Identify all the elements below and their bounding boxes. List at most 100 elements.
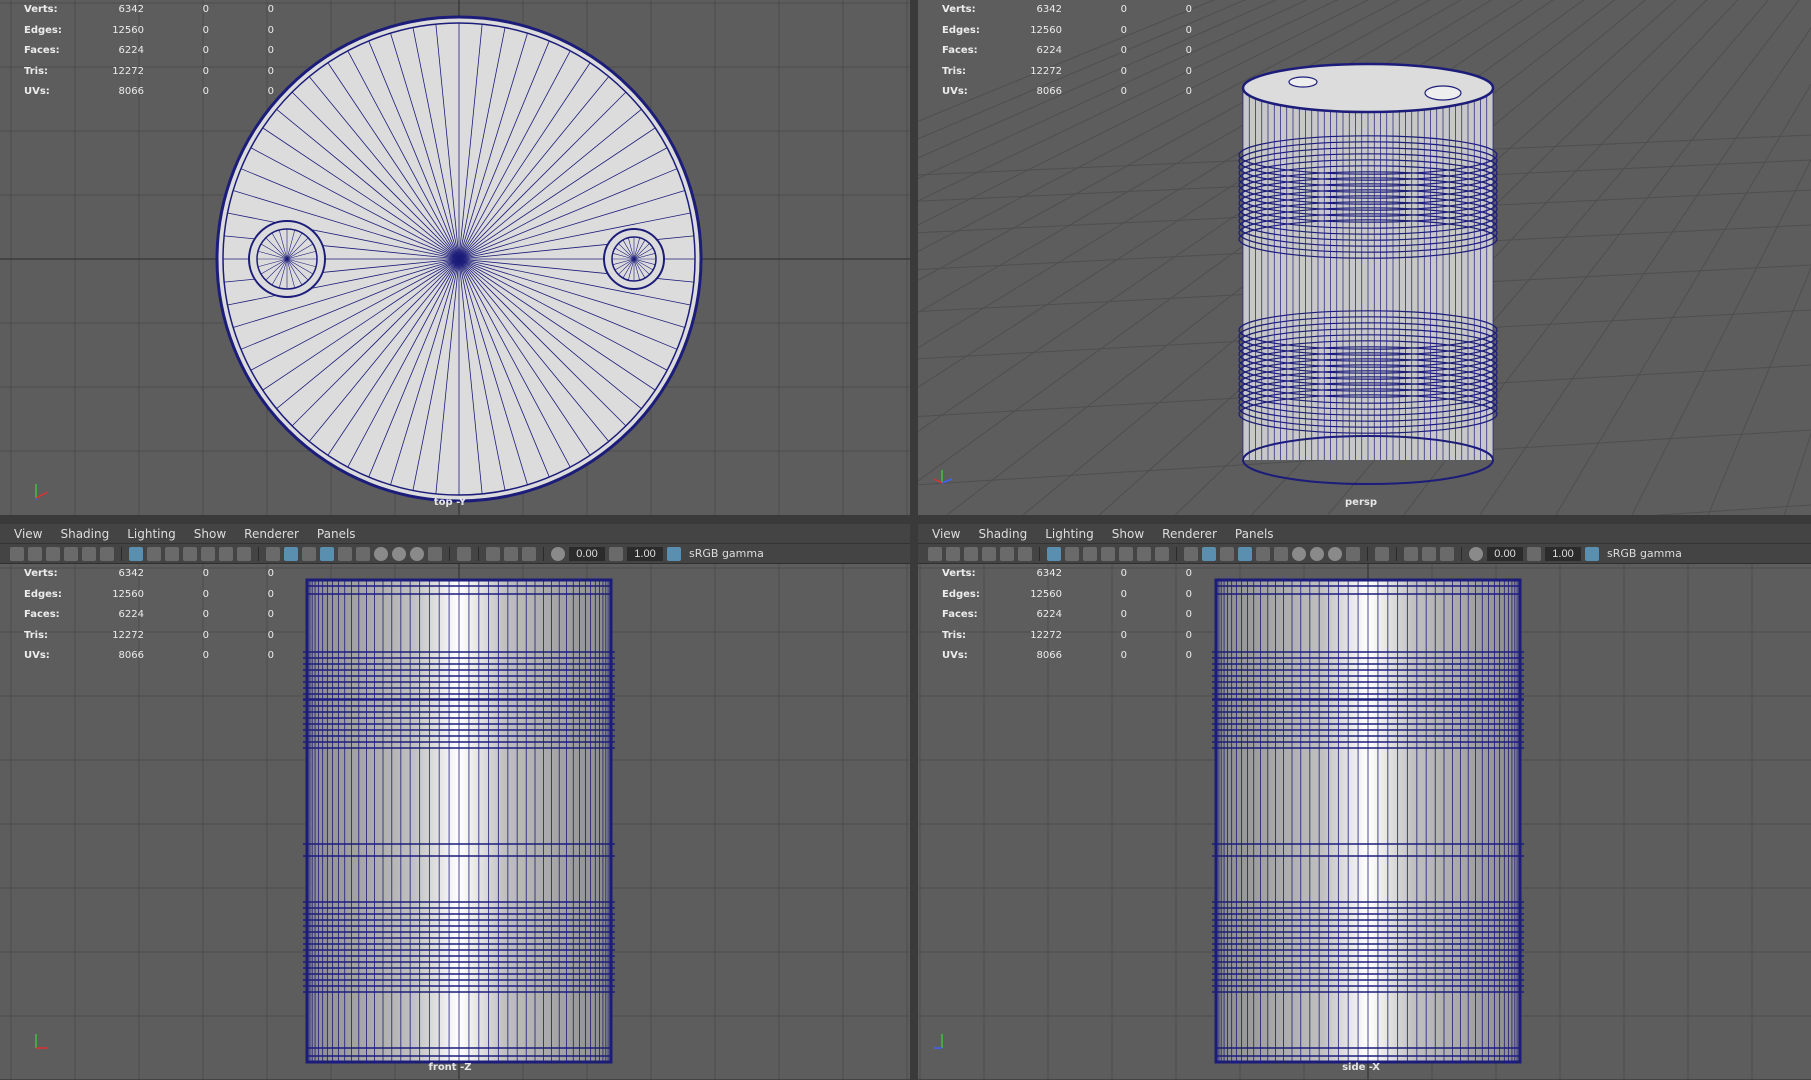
menu-shading[interactable]: Shading bbox=[970, 527, 1037, 541]
viewport-front[interactable]: View Shading Lighting Show Renderer Pane… bbox=[0, 524, 910, 1080]
menu-shading[interactable]: Shading bbox=[52, 527, 119, 541]
safe-action-icon[interactable] bbox=[219, 546, 233, 561]
wireframe-icon[interactable] bbox=[266, 546, 280, 561]
default-material-icon[interactable] bbox=[1220, 546, 1234, 561]
hud-value: 0 bbox=[1120, 65, 1127, 77]
xray-joints-icon[interactable] bbox=[1440, 546, 1454, 561]
hud-label: Edges: bbox=[24, 24, 62, 36]
gamma-field[interactable] bbox=[627, 546, 663, 561]
color-management-icon[interactable] bbox=[1585, 546, 1599, 561]
xray-icon[interactable] bbox=[486, 546, 500, 561]
menu-view[interactable]: View bbox=[6, 527, 52, 541]
textured-icon[interactable] bbox=[338, 546, 352, 561]
default-material-icon[interactable] bbox=[302, 546, 316, 561]
menu-lighting[interactable]: Lighting bbox=[1037, 527, 1104, 541]
camera-attributes-icon[interactable] bbox=[946, 546, 960, 561]
hud-stats: Verts: 6342 0 0 Edges: 12560 0 0 Faces: 6224 0 0 … bbox=[918, 0, 1192, 103]
anti-aliasing-icon[interactable] bbox=[428, 546, 442, 561]
viewport-persp[interactable]: Verts: 6342 0 0 Edges: 12560 0 0 Faces: 6224 0 0 … bbox=[918, 0, 1811, 515]
color-space-label[interactable]: sRGB gamma bbox=[1603, 547, 1682, 560]
wireframe-on-shaded-icon[interactable] bbox=[320, 546, 334, 561]
hud-value: 12272 bbox=[112, 629, 144, 641]
camera-icon[interactable] bbox=[10, 546, 24, 561]
menu-show[interactable]: Show bbox=[1104, 527, 1154, 541]
grease-pencil-icon[interactable] bbox=[100, 546, 114, 561]
toolbar-separator bbox=[121, 546, 122, 561]
xray-active-icon[interactable] bbox=[504, 546, 518, 561]
hud-value: 0 bbox=[1120, 650, 1127, 661]
exposure-field[interactable] bbox=[1487, 546, 1523, 561]
hud-label: UVs: bbox=[942, 650, 968, 661]
textured-icon[interactable] bbox=[1256, 546, 1270, 561]
smooth-shade-icon[interactable] bbox=[284, 546, 298, 561]
color-space-label[interactable]: sRGB gamma bbox=[685, 547, 764, 560]
viewport-side[interactable]: View Shading Lighting Show Renderer Pane… bbox=[918, 524, 1811, 1080]
wireframe-icon[interactable] bbox=[1184, 546, 1198, 561]
viewport-top[interactable]: Verts: 6342 0 0 Edges: 12560 0 0 Faces: 6224 0 0 … bbox=[0, 0, 910, 515]
lighting-icon[interactable] bbox=[356, 546, 370, 561]
shadows-icon[interactable] bbox=[374, 546, 388, 561]
hud-value: 12560 bbox=[112, 24, 144, 36]
hud-value: 0 bbox=[202, 629, 209, 641]
hud-value: 0 bbox=[1120, 629, 1127, 641]
menu-renderer[interactable]: Renderer bbox=[236, 527, 309, 541]
toolbar-separator bbox=[258, 546, 259, 561]
isolate-select-icon[interactable] bbox=[457, 546, 471, 561]
hud-value: 0 bbox=[1185, 86, 1192, 97]
menu-view[interactable]: View bbox=[924, 527, 970, 541]
film-gate-icon[interactable] bbox=[1065, 546, 1079, 561]
image-plane-icon[interactable] bbox=[64, 546, 78, 561]
image-plane-icon[interactable] bbox=[982, 546, 996, 561]
gamma-field[interactable] bbox=[1545, 546, 1581, 561]
gate-mask-icon[interactable] bbox=[1101, 546, 1115, 561]
grease-pencil-icon[interactable] bbox=[1018, 546, 1032, 561]
shadows-icon[interactable] bbox=[1292, 546, 1306, 561]
safe-action-icon[interactable] bbox=[1137, 546, 1151, 561]
lighting-icon[interactable] bbox=[1274, 546, 1288, 561]
menu-panels[interactable]: Panels bbox=[309, 527, 366, 541]
xray-active-icon[interactable] bbox=[1422, 546, 1436, 561]
resolution-gate-icon[interactable] bbox=[165, 546, 179, 561]
film-gate-icon[interactable] bbox=[147, 546, 161, 561]
bookmark-icon[interactable] bbox=[46, 546, 60, 561]
menu-panels[interactable]: Panels bbox=[1227, 527, 1284, 541]
field-chart-icon[interactable] bbox=[201, 546, 215, 561]
grid-icon[interactable] bbox=[129, 546, 143, 561]
xray-icon[interactable] bbox=[1404, 546, 1418, 561]
field-chart-icon[interactable] bbox=[1119, 546, 1133, 561]
smooth-shade-icon[interactable] bbox=[1202, 546, 1216, 561]
color-management-icon[interactable] bbox=[667, 546, 681, 561]
bookmark-icon[interactable] bbox=[964, 546, 978, 561]
camera-attributes-icon[interactable] bbox=[28, 546, 42, 561]
anti-aliasing-icon[interactable] bbox=[1346, 546, 1360, 561]
wireframe-on-shaded-icon[interactable] bbox=[1238, 546, 1252, 561]
menu-lighting[interactable]: Lighting bbox=[119, 527, 186, 541]
toolbar-separator bbox=[1176, 546, 1177, 561]
exposure-icon bbox=[551, 546, 565, 561]
hud-label: Tris: bbox=[24, 629, 49, 641]
xray-joints-icon[interactable] bbox=[522, 546, 536, 561]
isolate-select-icon[interactable] bbox=[1375, 546, 1389, 561]
hud-value: 0 bbox=[267, 4, 274, 15]
safe-title-icon[interactable] bbox=[237, 546, 251, 561]
resolution-gate-icon[interactable] bbox=[1083, 546, 1097, 561]
hud-value: 0 bbox=[202, 86, 209, 97]
ambient-occlusion-icon[interactable] bbox=[1310, 546, 1324, 561]
safe-title-icon[interactable] bbox=[1155, 546, 1169, 561]
motion-blur-icon[interactable] bbox=[410, 546, 424, 561]
toolbar-separator bbox=[449, 546, 450, 561]
exposure-field[interactable] bbox=[569, 546, 605, 561]
menu-show[interactable]: Show bbox=[186, 527, 236, 541]
hud-value: 6342 bbox=[118, 4, 144, 15]
hud-value: 0 bbox=[202, 45, 209, 56]
motion-blur-icon[interactable] bbox=[1328, 546, 1342, 561]
grid-icon[interactable] bbox=[1047, 546, 1061, 561]
2d-pan-zoom-icon[interactable] bbox=[82, 546, 96, 561]
menu-renderer[interactable]: Renderer bbox=[1154, 527, 1227, 541]
hud-value: 8066 bbox=[118, 86, 144, 97]
ambient-occlusion-icon[interactable] bbox=[392, 546, 406, 561]
2d-pan-zoom-icon[interactable] bbox=[1000, 546, 1014, 561]
gate-mask-icon[interactable] bbox=[183, 546, 197, 561]
camera-icon[interactable] bbox=[928, 546, 942, 561]
hud-value: 0 bbox=[1185, 4, 1192, 15]
